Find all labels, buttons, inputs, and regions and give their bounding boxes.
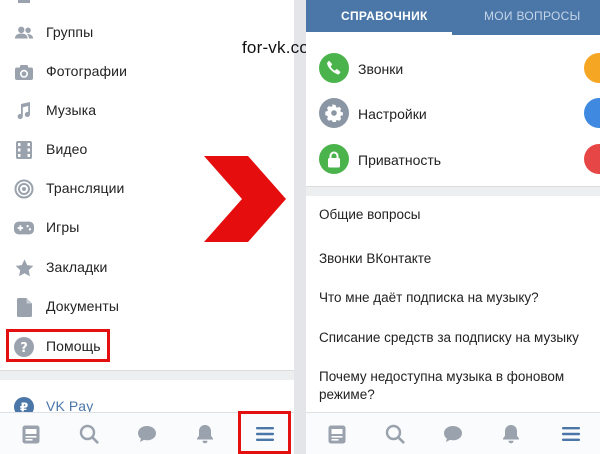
messages-icon[interactable] <box>442 423 464 445</box>
category-label: Звонки <box>358 61 404 77</box>
notifications-icon[interactable] <box>194 423 216 445</box>
gear-icon <box>319 98 349 128</box>
category-calls[interactable]: Звонки <box>306 49 600 89</box>
gamepad-icon <box>14 218 34 238</box>
active-tab-indicator <box>306 32 452 35</box>
search-icon[interactable] <box>384 423 406 445</box>
film-icon <box>14 140 34 160</box>
section-divider <box>306 186 600 196</box>
news-icon[interactable] <box>20 423 42 445</box>
menu-item-photos[interactable]: Фотографии <box>0 53 294 89</box>
tab-my-questions[interactable]: МОИ ВОПРОСЫ <box>484 9 581 23</box>
search-icon[interactable] <box>78 423 100 445</box>
help-tabs: СПРАВОЧНИК МОИ ВОПРОСЫ <box>306 0 600 35</box>
category-privacy[interactable]: Приватность <box>306 140 600 180</box>
messages-icon[interactable] <box>136 423 158 445</box>
menu-item-label: Музыка <box>46 102 97 118</box>
question-item[interactable]: Списание средств за подписку на музыку <box>319 329 594 347</box>
star-icon <box>14 258 34 278</box>
news-icon[interactable] <box>326 423 348 445</box>
broadcast-icon <box>14 179 34 199</box>
notifications-icon[interactable] <box>500 423 522 445</box>
help-highlight-frame <box>6 329 110 362</box>
menu-item-label: Документы <box>46 298 120 314</box>
category-settings[interactable]: Настройки <box>306 94 600 134</box>
question-item[interactable]: Общие вопросы <box>319 206 594 224</box>
menu-item-documents[interactable]: Документы <box>0 288 294 324</box>
lock-icon <box>319 144 349 174</box>
partial-item-top <box>14 0 34 3</box>
question-item[interactable]: Почему недоступна музыка в фоновом режим… <box>319 368 581 404</box>
camera-icon <box>14 62 34 82</box>
question-item[interactable]: Что мне даёт подписка на музыку? <box>319 289 594 307</box>
music-note-icon <box>14 101 34 121</box>
right-panel-help: СПРАВОЧНИК МОИ ВОПРОСЫ Звонки Настройки … <box>306 0 600 454</box>
menu-item-music[interactable]: Музыка <box>0 92 294 128</box>
menu-item-label: Группы <box>46 24 94 40</box>
phone-icon <box>319 53 349 83</box>
category-label: Приватность <box>358 152 442 168</box>
menu-item-label: Фотографии <box>46 63 128 79</box>
groups-icon <box>14 23 34 43</box>
menu-item-label: Трансляции <box>46 180 125 196</box>
category-label: Настройки <box>358 106 427 122</box>
bottom-tab-bar <box>306 412 600 454</box>
menu-item-label: Видео <box>46 141 88 157</box>
section-divider <box>0 370 294 380</box>
tab-reference[interactable]: СПРАВОЧНИК <box>341 9 428 23</box>
menu-icon[interactable] <box>560 423 582 445</box>
arrow-right-icon <box>202 156 288 247</box>
document-icon <box>14 297 34 317</box>
question-item[interactable]: Звонки ВКонтакте <box>319 250 594 268</box>
menu-highlight-frame <box>238 411 291 454</box>
menu-item-label: Игры <box>46 219 80 235</box>
menu-item-label: Закладки <box>46 259 108 275</box>
menu-item-bookmarks[interactable]: Закладки <box>0 249 294 285</box>
